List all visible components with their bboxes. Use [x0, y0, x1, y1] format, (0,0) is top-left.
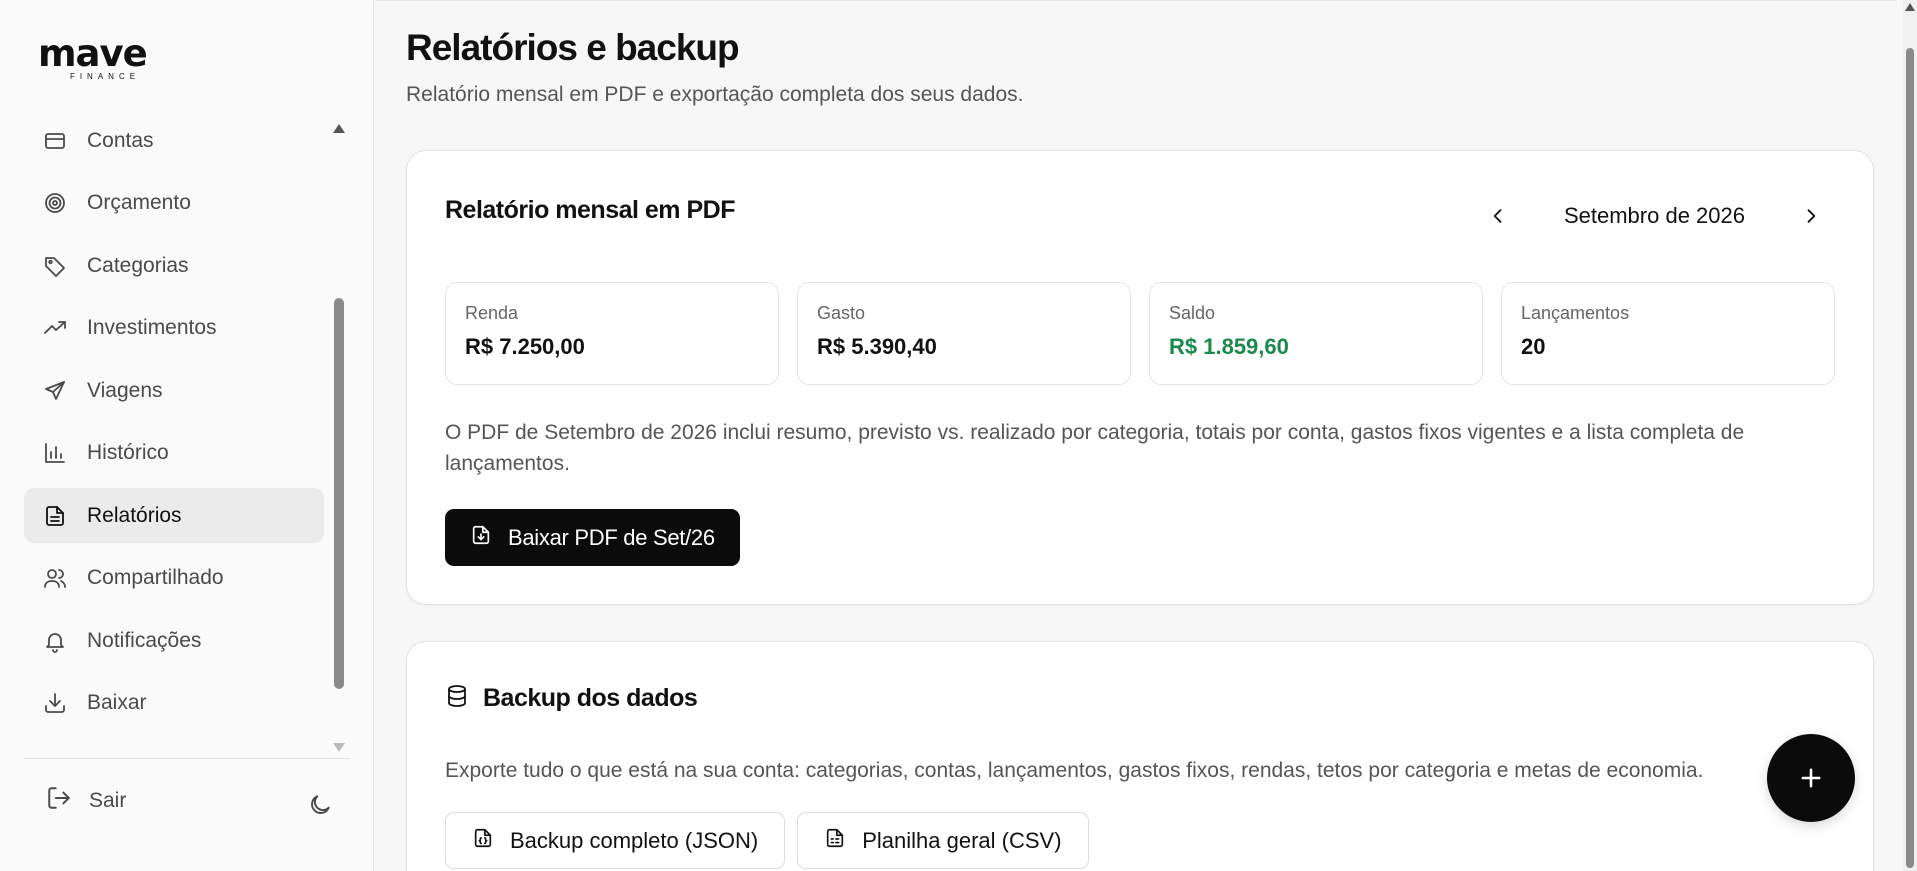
download-pdf-button[interactable]: Baixar PDF de Set/26: [445, 509, 740, 566]
file-text-icon: [42, 503, 68, 529]
sidebar-item-label: Notificações: [87, 628, 202, 652]
sidebar: mave FINANCE Contas Orçamento Categorias: [0, 0, 374, 871]
sidebar-item-orcamento[interactable]: Orçamento: [24, 176, 324, 231]
sidebar-item-compartilhado[interactable]: Compartilhado: [24, 551, 324, 606]
stat-label: Lançamentos: [1521, 303, 1630, 323]
sidebar-item-label: Baixar: [87, 691, 147, 714]
backup-json-label: Backup completo (JSON): [510, 827, 759, 853]
main-scrollbar-thumb[interactable]: [1906, 48, 1914, 868]
sidebar-nav: Contas Orçamento Categorias Investimento…: [24, 113, 324, 738]
sidebar-item-label: Orçamento: [87, 191, 191, 214]
sidebar-scroll-up-arrow[interactable]: [333, 124, 345, 133]
file-download-icon: [470, 524, 492, 552]
download-pdf-label: Baixar PDF de Set/26: [508, 524, 715, 550]
file-json-icon: [472, 827, 494, 855]
spreadsheet-csv-button[interactable]: Planilha geral (CSV): [797, 812, 1089, 869]
sidebar-item-relatorios[interactable]: Relatórios: [24, 488, 324, 543]
sidebar-item-investimentos[interactable]: Investimentos: [24, 301, 324, 356]
logout-button[interactable]: Sair: [46, 785, 126, 817]
sidebar-item-historico[interactable]: Histórico: [24, 426, 324, 481]
logout-icon: [46, 785, 72, 817]
report-stats: Renda R$ 7.250,00 Gasto R$ 5.390,40 Sald…: [445, 282, 1835, 385]
stat-label: Gasto: [817, 303, 866, 323]
sidebar-item-label: Relatórios: [87, 503, 182, 527]
moon-icon: [307, 795, 333, 822]
monthly-report-card: Relatório mensal em PDF Setembro de 2026…: [406, 150, 1874, 605]
stat-expense: Gasto R$ 5.390,40: [797, 282, 1131, 385]
target-icon: [42, 190, 68, 216]
chevron-right-icon: [1807, 209, 1816, 223]
chevron-left-icon: [1493, 209, 1502, 223]
sidebar-item-label: Compartilhado: [87, 566, 224, 589]
backup-json-button[interactable]: Backup completo (JSON): [445, 812, 786, 869]
month-selector: Setembro de 2026: [1486, 203, 1823, 229]
sidebar-divider: [24, 758, 350, 759]
theme-toggle-button[interactable]: [307, 792, 333, 823]
sidebar-scrollbar-thumb[interactable]: [334, 298, 344, 689]
sidebar-item-label: Viagens: [87, 378, 163, 402]
bell-icon: [42, 628, 68, 654]
stat-entries: Lançamentos 20: [1501, 282, 1835, 385]
plane-icon: [42, 378, 68, 404]
page-title: Relatórios e backup: [406, 27, 740, 68]
trending-up-icon: [42, 315, 68, 341]
file-spreadsheet-icon: [824, 827, 846, 855]
backup-header: Backup dos dados: [445, 684, 698, 713]
sidebar-item-label: Contas: [87, 128, 154, 152]
sidebar-item-label: Histórico: [87, 441, 169, 464]
plus-icon: [1801, 768, 1821, 788]
main-content: Relatórios e backup Relatório mensal em …: [375, 0, 1897, 871]
sidebar-item-label: Categorias: [87, 253, 189, 277]
next-month-button[interactable]: [1799, 204, 1823, 228]
credit-card-icon: [42, 128, 68, 154]
stat-balance: Saldo R$ 1.859,60: [1149, 282, 1483, 385]
backup-card: Backup dos dados Exporte tudo o que está…: [406, 641, 1874, 871]
tag-icon: [42, 253, 68, 279]
spreadsheet-csv-label: Planilha geral (CSV): [862, 827, 1062, 853]
database-icon: [445, 684, 469, 713]
users-icon: [42, 565, 68, 591]
stat-value: R$ 5.390,40: [817, 334, 937, 359]
page-subtitle: Relatório mensal em PDF e exportação com…: [406, 83, 1024, 106]
download-icon: [42, 690, 68, 716]
logo-wordmark: mave: [38, 32, 148, 75]
bar-chart-icon: [42, 440, 68, 466]
logout-label: Sair: [89, 789, 127, 812]
stat-income: Renda R$ 7.250,00: [445, 282, 779, 385]
previous-month-button[interactable]: [1486, 204, 1510, 228]
add-entry-fab[interactable]: [1767, 734, 1855, 822]
sidebar-item-categorias[interactable]: Categorias: [24, 238, 324, 293]
current-month-label: Setembro de 2026: [1563, 203, 1745, 228]
stat-label: Saldo: [1169, 303, 1216, 323]
sidebar-item-contas[interactable]: Contas: [24, 113, 324, 168]
backup-buttons: Backup completo (JSON) Planilha geral (C…: [445, 812, 1089, 869]
stat-label: Renda: [465, 303, 519, 323]
report-description: O PDF de Setembro de 2026 inclui resumo,…: [445, 421, 1745, 475]
stat-value: R$ 1.859,60: [1169, 334, 1289, 359]
sidebar-item-notificacoes[interactable]: Notificações: [24, 613, 324, 668]
stat-value: R$ 7.250,00: [465, 334, 585, 359]
report-card-title: Relatório mensal em PDF: [445, 196, 735, 224]
sidebar-item-baixar[interactable]: Baixar: [24, 676, 324, 731]
backup-description: Exporte tudo o que está na sua conta: ca…: [445, 759, 1704, 782]
sidebar-scroll-down-arrow[interactable]: [333, 743, 345, 752]
sidebar-item-viagens[interactable]: Viagens: [24, 363, 324, 418]
backup-card-title: Backup dos dados: [483, 684, 698, 712]
main-scroll-up-arrow[interactable]: [1905, 3, 1915, 11]
sidebar-item-label: Investimentos: [87, 316, 217, 339]
stat-value: 20: [1521, 334, 1546, 359]
app-logo[interactable]: mave FINANCE: [38, 34, 158, 84]
